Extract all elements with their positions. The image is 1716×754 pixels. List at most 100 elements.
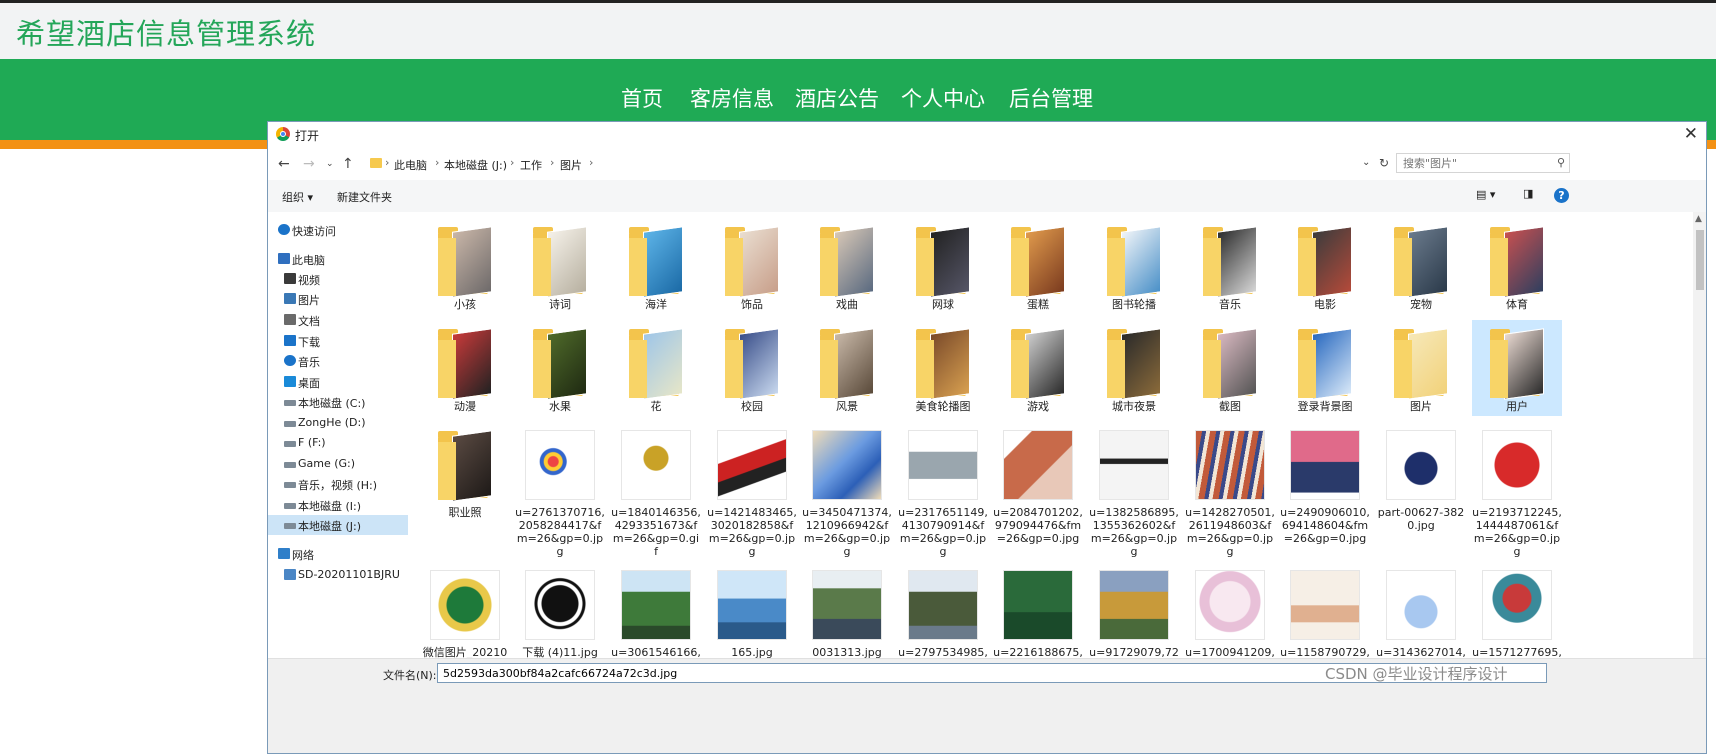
drive-icon [284, 400, 296, 406]
address-dropdown-icon[interactable]: ⌄ [1362, 157, 1370, 168]
folder-item[interactable]: 图书轮播 [1089, 218, 1179, 314]
back-arrow-icon[interactable]: ← [278, 156, 290, 172]
file-item[interactable]: u=1382586895,1355362602&fm=26&gp=0.jpg [1089, 424, 1179, 564]
folder-item[interactable]: 饰品 [707, 218, 797, 314]
sidebar-item-label: 本地磁盘 (C:) [298, 397, 366, 410]
folder-item[interactable]: 水果 [515, 320, 605, 416]
file-item[interactable]: part-00627-3820.jpg [1376, 424, 1466, 564]
folder-item[interactable]: 风景 [802, 320, 892, 416]
breadcrumb-drive-j[interactable]: 本地磁盘 (J:) [444, 157, 507, 173]
folder-item[interactable]: 花 [611, 320, 701, 416]
search-box[interactable]: ⚲ [1396, 153, 1570, 173]
file-item[interactable]: u=1421483465,3020182858&fm=26&gp=0.jpg [707, 424, 797, 564]
network-computer-icon [284, 569, 296, 580]
folder-item[interactable]: 截图 [1185, 320, 1275, 416]
sidebar-item[interactable]: 快速访问 [268, 220, 408, 240]
sidebar-item-label: 快速访问 [292, 225, 336, 238]
sidebar-item-label: 下载 [298, 336, 320, 349]
folder-item[interactable]: 宠物 [1376, 218, 1466, 314]
search-input[interactable] [1401, 156, 1545, 171]
sidebar-item[interactable]: ZongHe (D:) [268, 413, 408, 433]
nav-rooms[interactable]: 客房信息 [690, 83, 774, 113]
folder-item[interactable]: 登录背景图 [1280, 320, 1370, 416]
folder-item[interactable]: 音乐 [1185, 218, 1275, 314]
file-item[interactable]: u=2084701202,979094476&fm=26&gp=0.jpg [993, 424, 1083, 564]
sidebar-item[interactable]: SD-20201101BJRU [268, 565, 408, 585]
sidebar-item-label: F (F:) [298, 436, 326, 449]
address-bar[interactable]: › 此电脑 › 本地磁盘 (J:) › 工作 › 图片 › ⌄ ↻ [367, 153, 1389, 175]
filename-input[interactable] [441, 666, 1245, 681]
refresh-icon[interactable]: ↻ [1379, 156, 1389, 170]
folder-icon [1386, 328, 1456, 400]
sidebar-item[interactable]: Game (G:) [268, 454, 408, 474]
file-item[interactable]: u=1840146356,4293351673&fm=26&gp=0.gif [611, 424, 701, 564]
nav-admin[interactable]: 后台管理 [1009, 83, 1093, 113]
image-thumbnail [812, 430, 882, 500]
folder-item[interactable]: 美食轮播图 [898, 320, 988, 416]
up-arrow-icon[interactable]: ↑ [342, 156, 354, 172]
folder-icon [430, 328, 500, 400]
dialog-toolbar: 组织 ▾ 新建文件夹 ▤ ▾ ◨ ? [268, 180, 1706, 213]
sidebar-item[interactable]: 音乐，视频 (H:) [268, 474, 408, 494]
item-label: 海洋 [645, 298, 667, 311]
folder-item[interactable]: 校园 [707, 320, 797, 416]
breadcrumb-this-pc[interactable]: 此电脑 [394, 157, 427, 173]
sidebar-item[interactable]: 视频 [268, 269, 408, 289]
image-thumbnail [1482, 570, 1552, 640]
folder-icon [1386, 226, 1456, 298]
folder-item[interactable]: 网球 [898, 218, 988, 314]
folder-item[interactable]: 蛋糕 [993, 218, 1083, 314]
scroll-thumb[interactable] [1696, 230, 1704, 290]
sidebar-item[interactable]: 下载 [268, 331, 408, 351]
new-folder-button[interactable]: 新建文件夹 [337, 189, 392, 205]
file-item[interactable]: u=2317651149,4130790914&fm=26&gp=0.jpg [898, 424, 988, 564]
sidebar-item[interactable]: 此电脑 [268, 249, 408, 269]
folder-item[interactable]: 体育 [1472, 218, 1562, 314]
image-thumbnail [1386, 570, 1456, 640]
file-item[interactable]: u=1428270501,2611948603&fm=26&gp=0.jpg [1185, 424, 1275, 564]
image-thumbnail [1195, 430, 1265, 500]
breadcrumb-work[interactable]: 工作 [520, 157, 542, 173]
scroll-up-icon[interactable]: ▲ [1695, 214, 1702, 224]
preview-pane-icon[interactable]: ◨ [1523, 187, 1533, 200]
nav-personal-center[interactable]: 个人中心 [901, 83, 985, 113]
close-icon[interactable]: ✕ [1684, 124, 1698, 144]
sidebar-item[interactable]: 网络 [268, 544, 408, 564]
sidebar-item[interactable]: 本地磁盘 (I:) [268, 495, 408, 515]
folder-item[interactable]: 用户 [1472, 320, 1562, 416]
image-thumbnail [717, 570, 787, 640]
forward-arrow-icon[interactable]: → [303, 156, 315, 172]
folder-item[interactable]: 游戏 [993, 320, 1083, 416]
file-item[interactable]: 职业照 [420, 424, 510, 564]
file-item[interactable]: u=3450471374,1210966942&fm=26&gp=0.jpg [802, 424, 892, 564]
sidebar-item[interactable]: 本地磁盘 (J:) [268, 515, 408, 535]
folder-item[interactable]: 图片 [1376, 320, 1466, 416]
documents-icon [284, 314, 296, 325]
file-item[interactable]: u=2761370716,2058284417&fm=26&gp=0.jpg [515, 424, 605, 564]
chrome-icon [276, 127, 290, 141]
breadcrumb-pictures[interactable]: 图片 [560, 157, 582, 173]
sidebar-item[interactable]: 桌面 [268, 372, 408, 392]
nav-announcements[interactable]: 酒店公告 [795, 83, 879, 113]
sidebar-item[interactable]: F (F:) [268, 433, 408, 453]
sidebar-item[interactable]: 音乐 [268, 351, 408, 371]
sidebar-item[interactable]: 文档 [268, 310, 408, 330]
view-options-icon[interactable]: ▤ ▾ [1476, 188, 1495, 201]
nav-home[interactable]: 首页 [621, 83, 663, 113]
folder-item[interactable]: 小孩 [420, 218, 510, 314]
sidebar-item[interactable]: 图片 [268, 289, 408, 309]
folder-item[interactable]: 城市夜景 [1089, 320, 1179, 416]
folder-item[interactable]: 海洋 [611, 218, 701, 314]
folder-item[interactable]: 电影 [1280, 218, 1370, 314]
organize-button[interactable]: 组织 ▾ [282, 189, 313, 205]
recent-locations-icon[interactable]: ⌄ [326, 159, 334, 169]
folder-item[interactable]: 动漫 [420, 320, 510, 416]
sidebar-item[interactable]: 本地磁盘 (C:) [268, 392, 408, 412]
file-item[interactable]: u=2490906010,694148604&fm=26&gp=0.jpg [1280, 424, 1370, 564]
help-icon[interactable]: ? [1554, 188, 1569, 203]
vertical-scrollbar[interactable]: ▲ ▼ [1693, 212, 1706, 682]
folder-item[interactable]: 戏曲 [802, 218, 892, 314]
folder-item[interactable]: 诗词 [515, 218, 605, 314]
item-label: 水果 [549, 400, 571, 413]
file-item[interactable]: u=2193712245,1444487061&fm=26&gp=0.jpg [1472, 424, 1562, 564]
